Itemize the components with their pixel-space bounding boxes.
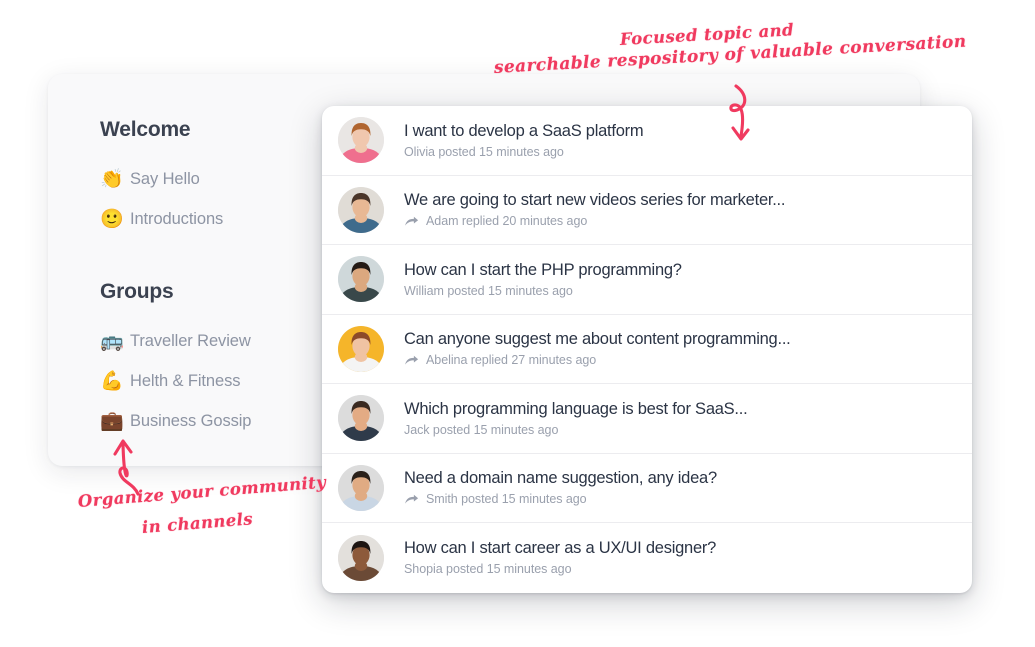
mockup-stage: Welcome 👏 Say Hello 🙂 Introductions Grou…: [0, 0, 1035, 647]
avatar-shopia[interactable]: [338, 534, 384, 581]
avatar-smith[interactable]: [338, 464, 384, 511]
curved-down-arrow-icon: [729, 84, 750, 141]
feed-row-text: How can I start the PHP programming? Will…: [404, 261, 946, 298]
post-title[interactable]: I want to develop a SaaS platform: [404, 122, 946, 141]
reply-arrow-icon: [405, 494, 419, 504]
sidebar-item-label: Business Gossip: [130, 411, 252, 430]
avatar-adam[interactable]: [338, 186, 384, 233]
avatar-olivia-image: [338, 117, 384, 164]
sidebar-item-label: Say Hello: [130, 169, 200, 188]
post-title[interactable]: Need a domain name suggestion, any idea?: [404, 469, 946, 488]
feed-row-text: Which programming language is best for S…: [404, 400, 946, 437]
post-title[interactable]: How can I start career as a UX/UI design…: [404, 539, 946, 558]
briefcase-emoji: 💼: [100, 409, 124, 432]
feed-row[interactable]: I want to develop a SaaS platform Olivia …: [322, 106, 972, 176]
post-meta: Abelina replied 27 minutes ago: [404, 353, 946, 367]
sidebar-item-traveller-review[interactable]: 🚌 Traveller Review: [100, 323, 323, 359]
post-title[interactable]: Which programming language is best for S…: [404, 400, 946, 419]
avatar-william-image: [338, 256, 384, 303]
discussion-feed-card: I want to develop a SaaS platform Olivia …: [322, 106, 972, 593]
post-meta: Shopia posted 15 minutes ago: [404, 562, 946, 576]
post-title[interactable]: Can anyone suggest me about content prog…: [404, 330, 946, 349]
sidebar-item-label: Traveller Review: [130, 331, 251, 350]
sidebar-item-label: Helth & Fitness: [130, 371, 241, 390]
sidebar-item-helth-and-fitness[interactable]: 💪 Helth & Fitness: [100, 363, 323, 399]
post-meta-text: Olivia posted 15 minutes ago: [404, 144, 564, 159]
feed-row-text: Can anyone suggest me about content prog…: [404, 330, 946, 367]
post-meta: Jack posted 15 minutes ago: [404, 423, 946, 437]
slightly-smiling-face-emoji: 🙂: [100, 207, 124, 230]
reply-arrow-icon: [405, 216, 419, 226]
avatar-adam-image: [338, 186, 384, 233]
flexed-biceps-emoji: 💪: [100, 369, 124, 392]
avatar-olivia[interactable]: [338, 117, 384, 164]
post-meta-text: William posted 15 minutes ago: [404, 283, 573, 298]
post-meta-text: Adam replied 20 minutes ago: [426, 214, 588, 229]
post-meta: William posted 15 minutes ago: [404, 284, 946, 298]
sidebar-section-groups-title: Groups: [100, 280, 174, 303]
post-meta-text: Shopia posted 15 minutes ago: [404, 562, 572, 577]
feed-row-text: We are going to start new videos series …: [404, 191, 946, 228]
feed-row[interactable]: Can anyone suggest me about content prog…: [322, 315, 972, 384]
post-meta: Adam replied 20 minutes ago: [404, 214, 946, 228]
bus-emoji: 🚌: [100, 329, 124, 352]
feed-row[interactable]: Need a domain name suggestion, any idea?…: [322, 454, 972, 523]
post-meta-text: Smith posted 15 minutes ago: [426, 492, 587, 507]
avatar-jack-image: [338, 395, 384, 442]
feed-row[interactable]: Which programming language is best for S…: [322, 384, 972, 454]
avatar-smith-image: [338, 464, 384, 511]
channel-sidebar: Welcome 👏 Say Hello 🙂 Introductions Grou…: [48, 74, 323, 466]
feed-row[interactable]: How can I start the PHP programming? Will…: [322, 245, 972, 315]
avatar-jack[interactable]: [338, 395, 384, 442]
feed-row[interactable]: How can I start career as a UX/UI design…: [322, 523, 972, 593]
discussion-feed-list: I want to develop a SaaS platform Olivia …: [322, 106, 972, 593]
feed-row[interactable]: We are going to start new videos series …: [322, 176, 972, 245]
feed-row-text: How can I start career as a UX/UI design…: [404, 539, 946, 576]
post-meta: Olivia posted 15 minutes ago: [404, 145, 946, 159]
feed-row-text: I want to develop a SaaS platform Olivia …: [404, 122, 946, 159]
reply-arrow-icon: [405, 355, 419, 365]
post-meta-text: Abelina replied 27 minutes ago: [426, 353, 597, 368]
post-meta-text: Jack posted 15 minutes ago: [404, 422, 559, 437]
avatar-abelina[interactable]: [338, 325, 384, 372]
post-title[interactable]: How can I start the PHP programming?: [404, 261, 946, 280]
sidebar-section-welcome-title: Welcome: [100, 118, 191, 141]
avatar-abelina-image: [338, 325, 384, 372]
sidebar-item-say-hello[interactable]: 👏 Say Hello: [100, 161, 323, 197]
sidebar-item-business-gossip[interactable]: 💼 Business Gossip: [100, 403, 323, 439]
clapping-hands-emoji: 👏: [100, 167, 124, 190]
feed-row-text: Need a domain name suggestion, any idea?…: [404, 469, 946, 506]
annotation-bottom-line2: in channels: [141, 509, 254, 537]
post-title[interactable]: We are going to start new videos series …: [404, 191, 946, 210]
avatar-shopia-image: [338, 534, 384, 581]
sidebar-item-introductions[interactable]: 🙂 Introductions: [100, 201, 323, 237]
avatar-william[interactable]: [338, 256, 384, 303]
sidebar-item-label: Introductions: [130, 209, 224, 228]
post-meta: Smith posted 15 minutes ago: [404, 492, 946, 506]
